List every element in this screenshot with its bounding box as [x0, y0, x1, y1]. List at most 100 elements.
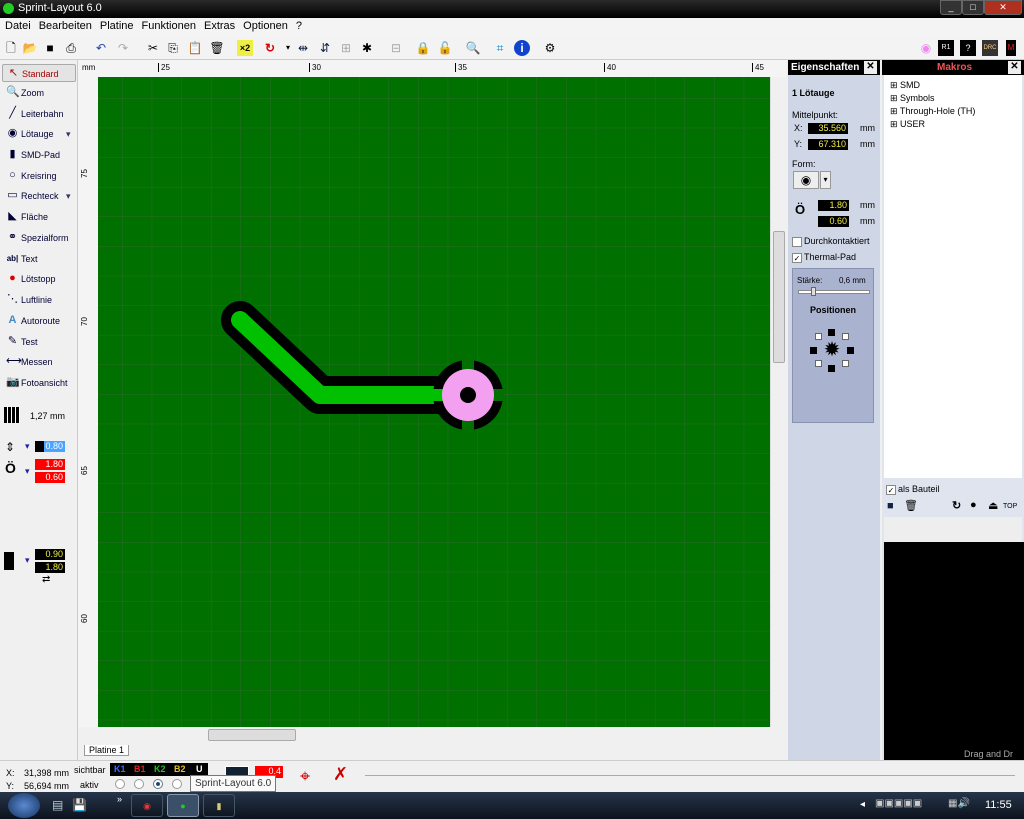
layer-k1-toggle[interactable]: K1 — [114, 763, 126, 776]
layer-k2-toggle[interactable]: K2 — [154, 763, 166, 776]
dropdown-arrow-icon[interactable]: ▾ — [66, 125, 71, 143]
network-volume-icon[interactable]: ▦🔊 — [948, 798, 970, 809]
dropdown-arrow-icon[interactable]: ▾ — [25, 555, 30, 566]
tool-test[interactable]: ✎ Test — [2, 333, 76, 351]
dropdown-arrow-icon[interactable]: ▾ — [66, 187, 71, 205]
position-toggle-nw[interactable] — [815, 333, 822, 340]
info-icon[interactable]: i — [514, 40, 530, 56]
more-icon[interactable]: » — [117, 794, 122, 804]
layer-r1-icon[interactable]: R1 — [938, 40, 954, 56]
active-radio-b1[interactable] — [134, 779, 144, 789]
menu-help[interactable]: ? — [296, 20, 302, 32]
smd-width-field[interactable]: 0.90 — [35, 549, 65, 560]
tab-platine-1[interactable]: Platine 1 — [84, 745, 130, 756]
pad-toggle-icon[interactable]: ◉ — [918, 40, 934, 56]
crosshair-icon[interactable]: ⌖ — [300, 766, 310, 787]
layer-b1-toggle[interactable]: B1 — [134, 763, 146, 776]
crop-icon[interactable]: ⌗ — [492, 40, 508, 56]
print-icon[interactable]: ⎙ — [63, 40, 79, 56]
tree-item-smd[interactable]: ⊞ SMD — [890, 80, 920, 91]
tool-luftlinie[interactable]: ⋱ Luftlinie — [2, 291, 76, 309]
form-round-icon[interactable]: ◉ — [793, 171, 819, 189]
y-field[interactable]: 67.310 — [808, 139, 848, 150]
horizontal-scrollbar[interactable] — [98, 727, 770, 743]
checkbox-checked[interactable]: ✓ — [886, 484, 896, 495]
close-icon[interactable]: ✕ — [1008, 61, 1021, 74]
taskbar-sprint-layout[interactable]: ● — [167, 794, 199, 817]
menu-datei[interactable]: Datei — [5, 20, 31, 32]
strength-slider[interactable] — [798, 287, 870, 296]
paste-icon[interactable]: 📋 — [187, 40, 203, 56]
duplicate-icon[interactable]: ×2 — [237, 40, 253, 56]
save-icon[interactable]: ■ — [42, 40, 58, 56]
component-icon[interactable]: ⚙ — [542, 40, 558, 56]
layer-b2-toggle[interactable]: B2 — [174, 763, 186, 776]
pcb-canvas[interactable] — [98, 77, 770, 727]
tool-smd-pad[interactable]: ▮ SMD-Pad — [2, 146, 76, 164]
form-dropdown-button[interactable]: ▾ — [820, 171, 831, 189]
pad-outer-field[interactable]: 1.80 — [35, 459, 65, 470]
active-radio-k2[interactable] — [153, 779, 163, 789]
position-toggle-ne[interactable] — [842, 333, 849, 340]
trash-icon[interactable]: 🗑 — [904, 499, 918, 512]
checkbox-checked[interactable]: ✓ — [792, 252, 802, 263]
vertical-scrollbar[interactable] — [770, 77, 786, 727]
swap-icon[interactable]: ⇄ — [42, 574, 50, 585]
position-toggle-se[interactable] — [842, 360, 849, 367]
rotate-icon[interactable]: ↻ — [952, 499, 961, 512]
tool-rechteck[interactable]: ▭ Rechteck ▾ — [2, 187, 76, 205]
tray-icons[interactable]: ▣▣▣▣▣ — [875, 798, 922, 809]
mirror-horizontal-icon[interactable]: ⇹ — [295, 40, 311, 56]
tool-fotoansicht[interactable]: 📷 Fotoansicht — [2, 374, 76, 392]
checkbox[interactable] — [792, 236, 802, 247]
save-quicklaunch-icon[interactable]: 💾 — [72, 798, 87, 812]
align-icon[interactable]: ⊟ — [388, 40, 404, 56]
open-folder-icon[interactable]: 📂 — [22, 40, 38, 56]
track-width-field[interactable]: 0.80 — [35, 441, 65, 452]
group-icon[interactable]: ⊞ — [338, 40, 354, 56]
ungroup-icon[interactable]: ✱ — [359, 40, 375, 56]
grid-value[interactable]: 1,27 mm — [30, 411, 65, 421]
tool-standard[interactable]: ↖ Standard — [2, 64, 76, 82]
new-file-icon[interactable]: 🗋 — [3, 40, 19, 56]
menu-funktionen[interactable]: Funktionen — [142, 20, 196, 32]
undo-icon[interactable]: ↶ — [93, 40, 109, 56]
tool-kreisring[interactable]: ○ Kreisring — [2, 167, 76, 185]
no-airwire-icon[interactable]: ✗ — [333, 764, 348, 785]
scroll-thumb[interactable] — [208, 729, 296, 741]
close-button[interactable]: ✕ — [984, 0, 1022, 15]
unlock-icon[interactable]: 🔓 — [437, 40, 453, 56]
tool-text[interactable]: ab| Text — [2, 250, 76, 268]
tree-item-symbols[interactable]: ⊞ Symbols — [890, 93, 935, 104]
menu-extras[interactable]: Extras — [204, 20, 235, 32]
delete-icon[interactable]: 🗑 — [209, 40, 225, 56]
x-field[interactable]: 35.560 — [808, 123, 848, 134]
record-icon[interactable]: ● — [970, 499, 977, 511]
active-radio-b2[interactable] — [172, 779, 182, 789]
tool-loetstopp[interactable]: ● Lötstopp — [2, 270, 76, 288]
dropdown-arrow-icon[interactable]: ▾ — [25, 466, 30, 477]
slider-thumb[interactable] — [811, 287, 816, 296]
close-icon[interactable]: ✕ — [864, 61, 877, 74]
redo-icon[interactable]: ↷ — [115, 40, 131, 56]
taskbar-explorer[interactable]: ▮ — [203, 794, 235, 817]
check-icon[interactable]: ? — [960, 40, 976, 56]
position-toggle-n[interactable] — [828, 329, 835, 336]
tool-loetauge[interactable]: ◉ Lötauge ▾ — [2, 125, 76, 143]
placement-icon[interactable]: ⏏ — [988, 499, 998, 512]
start-button[interactable] — [8, 793, 40, 818]
inner-diameter-field[interactable]: 0.60 — [818, 216, 849, 227]
tool-leiterbahn[interactable]: ╱ Leiterbahn — [2, 105, 76, 123]
tool-autoroute[interactable]: A Autoroute — [2, 312, 76, 330]
tree-item-user[interactable]: ⊞ USER — [890, 119, 925, 130]
active-radio-k1[interactable] — [115, 779, 125, 789]
drc-icon[interactable]: DRC — [982, 40, 998, 56]
copy-icon[interactable]: ⎘ — [165, 40, 181, 56]
top-label[interactable]: TOP — [1003, 503, 1017, 510]
rotate-dropdown-icon[interactable]: ▾ — [280, 40, 296, 56]
grid-icon[interactable] — [4, 407, 20, 423]
rotate-icon[interactable]: ↻ — [262, 40, 278, 56]
position-toggle-sw[interactable] — [815, 360, 822, 367]
position-toggle-e[interactable] — [847, 347, 854, 354]
menu-optionen[interactable]: Optionen — [243, 20, 288, 32]
